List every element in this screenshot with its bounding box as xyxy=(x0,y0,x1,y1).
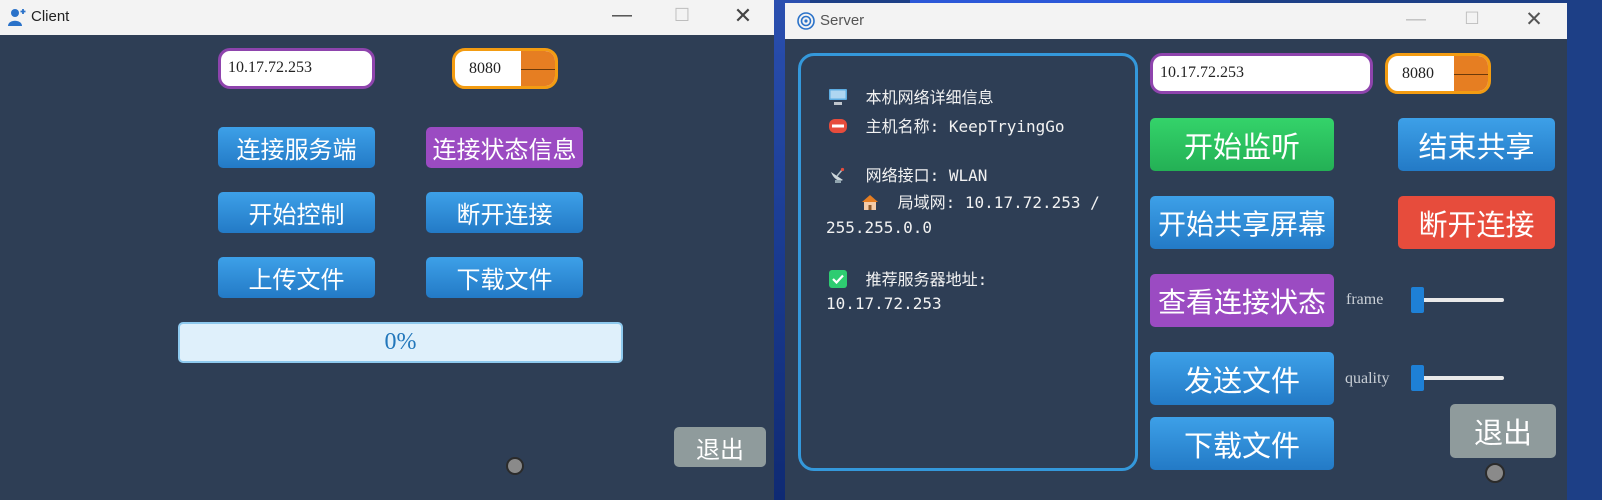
lan-mask-text: 255.255.0.0 xyxy=(826,218,932,237)
close-icon[interactable]: ✕ xyxy=(729,3,757,29)
maximize-icon[interactable]: ☐ xyxy=(1458,9,1486,29)
lan-row: 局域网: 10.17.72.253 / xyxy=(860,189,1100,215)
server-download-file-button[interactable]: 下载文件 xyxy=(1150,417,1334,470)
hostname-text: 主机名称: KeepTryingGo xyxy=(865,117,1065,136)
hostname-row: 主机名称: KeepTryingGo xyxy=(828,113,1065,139)
lan-text: 局域网: 10.17.72.253 / xyxy=(897,193,1100,212)
server-window-title: Server xyxy=(820,12,865,29)
client-window-title: Client xyxy=(31,8,70,25)
interface-row: 网络接口: WLAN xyxy=(828,162,987,188)
client-disconnect-button[interactable]: 断开连接 xyxy=(426,192,583,233)
client-ip-input[interactable]: 10.17.72.253 xyxy=(218,48,375,89)
server-port-spinbox[interactable]: 8080 xyxy=(1385,53,1491,94)
check-mark-icon xyxy=(828,269,848,292)
server-title-bar: Server — ☐ ✕ xyxy=(785,3,1567,39)
recommended-value: 10.17.72.253 xyxy=(826,294,942,313)
recommended-value-row: 10.17.72.253 xyxy=(826,294,942,313)
recommended-row: 推荐服务器地址: xyxy=(828,266,987,292)
send-file-button[interactable]: 发送文件 xyxy=(1150,352,1334,405)
minimize-icon[interactable]: — xyxy=(1402,8,1430,31)
server-disconnect-button[interactable]: 断开连接 xyxy=(1398,196,1555,249)
client-port-spinbox[interactable]: 8080 xyxy=(452,48,558,89)
minimize-icon[interactable]: — xyxy=(608,4,636,27)
network-info-panel: 本机网络详细信息 主机名称: KeepTryingGo 网络接口: WLAN 局… xyxy=(798,53,1138,471)
info-heading-row: 本机网络详细信息 xyxy=(828,84,994,110)
start-control-button[interactable]: 开始控制 xyxy=(218,192,375,233)
computer-icon xyxy=(828,88,848,110)
recommended-label: 推荐服务器地址: xyxy=(865,270,988,289)
upload-file-button[interactable]: 上传文件 xyxy=(218,257,375,298)
satellite-antenna-icon xyxy=(828,166,848,188)
client-window: Client — ☐ ✕ 10.17.72.253 8080 连接服务端 连接状… xyxy=(0,0,774,500)
interface-text: 网络接口: WLAN xyxy=(865,166,988,185)
start-share-screen-button[interactable]: 开始共享屏幕 xyxy=(1150,196,1334,249)
maximize-icon[interactable]: ☐ xyxy=(668,5,696,26)
server-ip-value: 10.17.72.253 xyxy=(1160,64,1244,81)
client-title-bar: Client — ☐ ✕ xyxy=(0,0,774,35)
connection-status-info-button[interactable]: 连接状态信息 xyxy=(426,127,583,168)
server-ip-input[interactable]: 10.17.72.253 xyxy=(1150,53,1373,94)
start-listen-button[interactable]: 开始监听 xyxy=(1150,118,1334,171)
client-download-file-button[interactable]: 下载文件 xyxy=(426,257,583,298)
server-exit-button[interactable]: 退出 xyxy=(1450,404,1556,458)
user-icon xyxy=(7,7,27,32)
server-port-value: 8080 xyxy=(1402,64,1434,82)
house-icon xyxy=(860,193,880,215)
client-ip-value: 10.17.72.253 xyxy=(228,59,312,76)
lan-mask-row: 255.255.0.0 xyxy=(826,218,932,237)
port-stepper-buttons[interactable] xyxy=(1454,56,1488,91)
end-share-button[interactable]: 结束共享 xyxy=(1398,118,1555,171)
port-stepper-buttons[interactable] xyxy=(521,51,555,86)
info-heading: 本机网络详细信息 xyxy=(865,88,994,107)
server-window: Server — ☐ ✕ 本机网络详细信息 主机名称: KeepTryingGo… xyxy=(785,3,1567,500)
view-connection-status-button[interactable]: 查看连接状态 xyxy=(1150,274,1334,327)
client-port-value: 8080 xyxy=(469,59,501,77)
name-badge-icon xyxy=(828,117,848,139)
transfer-progress-bar: 0% xyxy=(178,322,623,363)
connect-server-button[interactable]: 连接服务端 xyxy=(218,127,375,168)
quality-slider-track[interactable] xyxy=(1412,376,1504,380)
quality-slider-handle[interactable] xyxy=(1411,365,1424,391)
quality-slider-label: quality xyxy=(1345,370,1390,387)
frame-slider-handle[interactable] xyxy=(1411,287,1424,313)
progress-text: 0% xyxy=(384,329,417,355)
frame-slider-track[interactable] xyxy=(1412,298,1504,302)
client-status-indicator xyxy=(506,457,524,475)
server-app-icon xyxy=(797,12,815,35)
close-icon[interactable]: ✕ xyxy=(1520,7,1548,32)
frame-slider-label: frame xyxy=(1346,291,1384,308)
client-exit-button[interactable]: 退出 xyxy=(674,427,766,467)
server-status-indicator xyxy=(1485,463,1505,483)
